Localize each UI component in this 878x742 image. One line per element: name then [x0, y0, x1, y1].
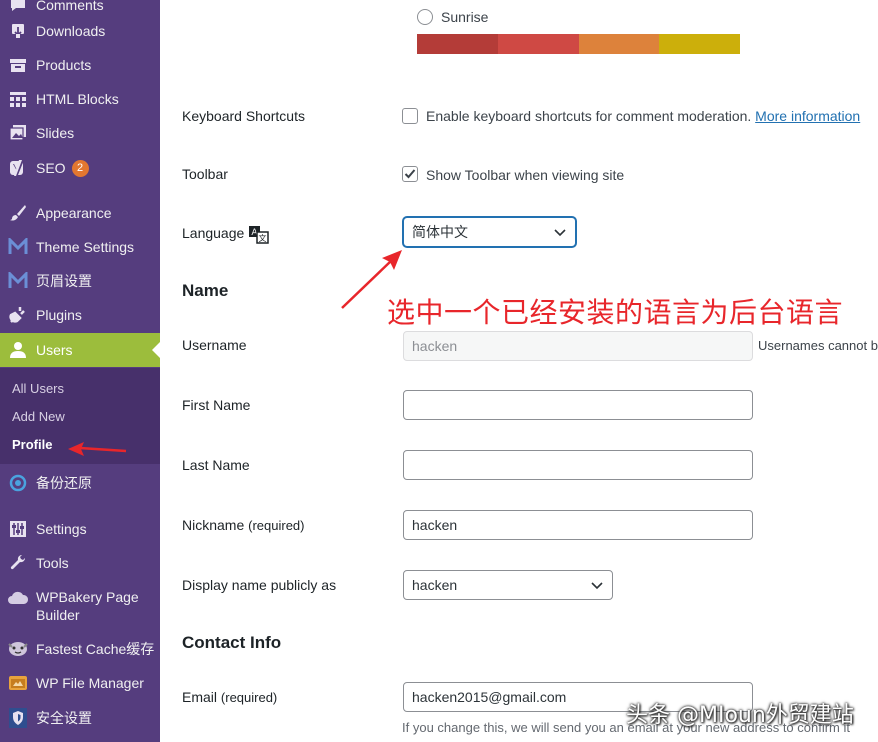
sidebar-item-backup[interactable]: 备份还原 [0, 466, 160, 500]
name-section-title: Name [182, 281, 229, 300]
yoast-icon [0, 159, 36, 177]
m-logo-icon [0, 238, 36, 256]
grid-icon [0, 90, 36, 108]
username-note: Usernames cannot be [758, 338, 878, 353]
m-logo-icon [0, 272, 36, 290]
keyboard-shortcuts-text: Enable keyboard shortcuts for comment mo… [426, 108, 752, 124]
color-swatch-1 [417, 34, 498, 54]
sidebar-item-security[interactable]: 安全设置 [0, 701, 160, 735]
color-scheme-label: Sunrise [441, 9, 489, 25]
svg-text:文: 文 [259, 233, 267, 243]
sidebar-item-downloads[interactable]: Downloads [0, 14, 160, 48]
toolbar-label: Toolbar [182, 166, 228, 182]
folder-icon [0, 674, 36, 692]
sidebar-item-users[interactable]: Users [0, 333, 160, 367]
keyboard-shortcuts-label: Keyboard Shortcuts [182, 108, 305, 124]
color-scheme-radio-sunrise[interactable] [417, 9, 433, 25]
sidebar-item-fastest-cache[interactable]: Fastest Cache缓存 [0, 632, 160, 666]
annotation-text: 选中一个已经安装的语言为后台语言 [387, 296, 844, 329]
cloud-icon [0, 590, 36, 606]
contact-section-title: Contact Info [182, 633, 282, 652]
slides-icon [0, 124, 36, 142]
nickname-label: Nickname (required) [182, 517, 305, 533]
chevron-down-icon [554, 229, 566, 237]
sidebar-item-settings[interactable]: Settings [0, 512, 160, 546]
language-label: Language [182, 225, 245, 241]
watermark: 头条 @MIoun外贸建站 [626, 703, 854, 728]
brush-icon [0, 204, 36, 222]
products-icon [0, 56, 36, 74]
color-swatch-2 [498, 34, 579, 54]
sidebar-item-wp-file-manager[interactable]: WP File Manager [0, 666, 160, 700]
chevron-down-icon [591, 582, 603, 590]
checkmark-icon [404, 169, 416, 179]
cheetah-icon [0, 640, 36, 658]
language-select[interactable]: 简体中文 [403, 217, 576, 247]
sidebar-item-wpbakery[interactable]: WPBakery Page Builder [0, 588, 160, 624]
user-icon [0, 341, 36, 359]
last-name-input[interactable] [403, 450, 753, 480]
sidebar-item-plugins[interactable]: Plugins [0, 298, 160, 332]
sidebar-item-theme-settings[interactable]: Theme Settings [0, 230, 160, 264]
color-swatch-3 [579, 34, 659, 54]
annotation-arrow-profile [68, 442, 127, 456]
first-name-input[interactable] [403, 390, 753, 420]
sidebar-item-products[interactable]: Products [0, 48, 160, 82]
sidebar-item-seo[interactable]: SEO 2 [0, 151, 160, 185]
plug-icon [0, 306, 36, 324]
submenu-all-users[interactable]: All Users [12, 381, 64, 396]
backup-icon [0, 474, 36, 492]
color-swatch-4 [659, 34, 740, 54]
comment-icon [0, 0, 36, 14]
seo-notification-badge: 2 [71, 159, 89, 177]
translate-icon: A文 [249, 226, 269, 247]
sidebar-item-appearance[interactable]: Appearance [0, 196, 160, 230]
wrench-icon [0, 554, 36, 572]
username-input [403, 331, 753, 361]
settings-icon [0, 520, 36, 538]
first-name-label: First Name [182, 397, 251, 413]
sidebar-item-slides[interactable]: Slides [0, 116, 160, 150]
submenu-profile[interactable]: Profile [12, 437, 52, 452]
toolbar-text: Show Toolbar when viewing site [426, 167, 625, 183]
display-name-select[interactable]: hacken [403, 570, 613, 600]
sidebar-item-tools[interactable]: Tools [0, 546, 160, 580]
nickname-input[interactable] [403, 510, 753, 540]
more-information-link[interactable]: More information [755, 108, 860, 124]
shield-icon [0, 708, 36, 728]
toolbar-checkbox[interactable] [402, 166, 418, 182]
email-label: Email (required) [182, 689, 278, 705]
sidebar-item-html-blocks[interactable]: HTML Blocks [0, 82, 160, 116]
display-name-label: Display name publicly as [182, 577, 337, 593]
download-icon [0, 22, 36, 40]
sidebar-item-header-settings[interactable]: 页眉设置 [0, 264, 160, 298]
username-label: Username [182, 337, 247, 353]
admin-sidebar: Comments Downloads Products HTML Blocks … [0, 0, 160, 742]
submenu-add-new[interactable]: Add New [12, 409, 65, 424]
keyboard-shortcuts-checkbox[interactable] [402, 108, 418, 124]
last-name-label: Last Name [182, 457, 250, 473]
